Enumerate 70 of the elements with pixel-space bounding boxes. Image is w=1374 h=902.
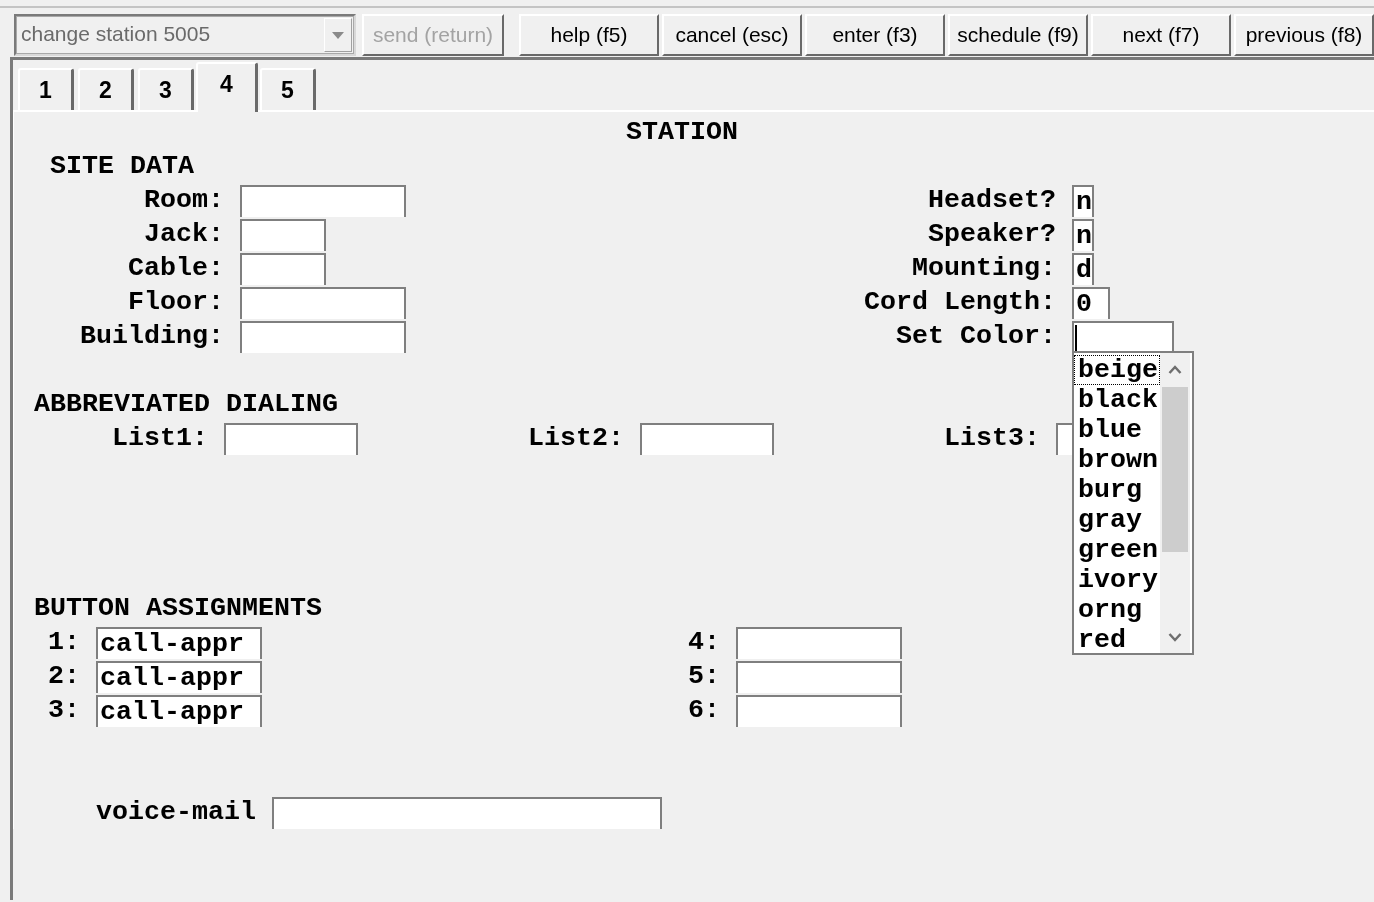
field-label: 1:: [48, 626, 80, 659]
text-field[interactable]: [640, 423, 774, 455]
list-option[interactable]: black: [1074, 385, 1160, 415]
toolbar-button[interactable]: help (f5): [519, 14, 659, 56]
field-label: Building:: [80, 320, 224, 353]
text-field[interactable]: n: [1072, 219, 1094, 251]
field-label: Mounting:: [912, 252, 1056, 285]
list-option[interactable]: ivory: [1074, 565, 1160, 595]
toolbar-button[interactable]: next (f7): [1091, 14, 1231, 56]
text-field[interactable]: [240, 185, 406, 217]
field-label: Headset?: [928, 184, 1056, 217]
text-field[interactable]: call-appr: [96, 627, 262, 659]
text-field[interactable]: [736, 661, 902, 693]
section-heading: ABBREVIATED DIALING: [34, 388, 338, 421]
text-field[interactable]: call-appr: [96, 695, 262, 727]
tab[interactable]: 2: [78, 68, 134, 110]
text-field[interactable]: n: [1072, 185, 1094, 217]
toolbar-button[interactable]: schedule (f9): [948, 14, 1088, 56]
form-title: STATION: [626, 116, 738, 149]
list-option[interactable]: burg: [1074, 475, 1160, 505]
dropdown-button[interactable]: [324, 18, 352, 52]
caret-down-icon: [332, 31, 344, 39]
text-field[interactable]: [224, 423, 358, 455]
text-field[interactable]: [736, 627, 902, 659]
chevron-down-icon[interactable]: [1168, 633, 1182, 642]
text-field[interactable]: call-appr: [96, 661, 262, 693]
tab[interactable]: 5: [260, 68, 316, 110]
field-label: Jack:: [144, 218, 224, 251]
list-option[interactable]: blue: [1074, 415, 1160, 445]
text-field[interactable]: [240, 253, 326, 285]
list-option[interactable]: green: [1074, 535, 1160, 565]
field-label: Room:: [144, 184, 224, 217]
field-label: voice-mail: [96, 796, 256, 829]
field-label: Cable:: [128, 252, 224, 285]
text-field[interactable]: [240, 321, 406, 353]
list-option[interactable]: gray: [1074, 505, 1160, 535]
field-label: 4:: [688, 626, 720, 659]
field-label: 6:: [688, 694, 720, 727]
tab[interactable]: 1: [18, 68, 74, 110]
text-field[interactable]: [240, 219, 326, 251]
command-combobox[interactable]: change station 5005: [14, 14, 356, 56]
field-label: 2:: [48, 660, 80, 693]
tab[interactable]: 4: [196, 62, 258, 112]
text-field[interactable]: [240, 287, 406, 319]
chevron-up-icon[interactable]: [1168, 365, 1182, 374]
toolbar-button[interactable]: previous (f8): [1234, 14, 1374, 56]
text-field[interactable]: [272, 797, 662, 829]
field-label: Set Color:: [896, 320, 1056, 353]
text-field[interactable]: d: [1072, 253, 1094, 285]
field-label: Floor:: [128, 286, 224, 319]
list-option[interactable]: brown: [1074, 445, 1160, 475]
text-field[interactable]: 0: [1072, 287, 1110, 319]
field-label: Cord Length:: [864, 286, 1056, 319]
scrollbar-thumb[interactable]: [1162, 387, 1188, 552]
field-label: List1:: [112, 422, 208, 455]
toolbar-button[interactable]: enter (f3): [805, 14, 945, 56]
field-label: Speaker?: [928, 218, 1056, 251]
field-label: 3:: [48, 694, 80, 727]
text-cursor-icon: [1075, 325, 1077, 351]
field-label: 5:: [688, 660, 720, 693]
toolbar-button[interactable]: cancel (esc): [662, 14, 802, 56]
list-option[interactable]: red: [1074, 625, 1160, 655]
list-option[interactable]: orng: [1074, 595, 1160, 625]
field-label: List3:: [944, 422, 1040, 455]
text-field[interactable]: [736, 695, 902, 727]
text-field[interactable]: [1072, 321, 1174, 353]
tab[interactable]: 3: [138, 68, 194, 110]
section-heading: SITE DATA: [50, 150, 194, 183]
field-label: List2:: [528, 422, 624, 455]
section-heading: BUTTON ASSIGNMENTS: [34, 592, 322, 625]
